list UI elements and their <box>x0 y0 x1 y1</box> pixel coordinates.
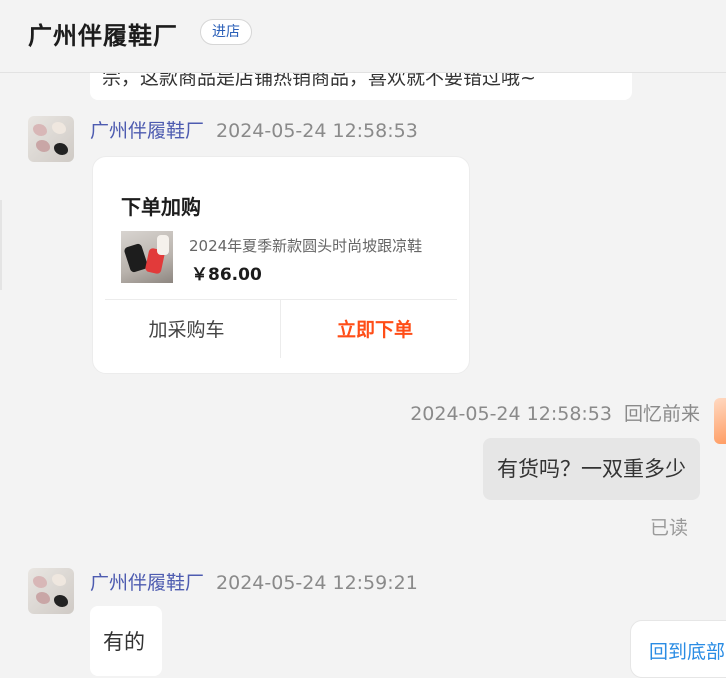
product-image[interactable] <box>121 231 173 283</box>
buy-now-button[interactable]: 立即下单 <box>281 300 469 360</box>
card-title: 下单加购 <box>121 195 201 219</box>
message-meta: 广州伴履鞋厂 2024-05-24 12:59:21 <box>90 568 418 595</box>
buyer-message-meta: 2024-05-24 12:58:53 回忆前来 <box>410 399 700 426</box>
sender-name: 回忆前来 <box>623 403 700 425</box>
sender-name[interactable]: 广州伴履鞋厂 <box>90 572 204 594</box>
back-to-bottom-button[interactable]: 回到底部 <box>630 620 726 678</box>
product-price: ￥86.00 <box>191 265 262 285</box>
message-time: 2024-05-24 12:58:53 <box>410 403 612 425</box>
seller-avatar[interactable] <box>28 568 74 614</box>
buyer-message-bubble: 有货吗？一双重多少 <box>483 438 700 500</box>
message-text: 有的 <box>103 630 145 654</box>
sender-name[interactable]: 广州伴履鞋厂 <box>90 120 204 142</box>
order-card: 下单加购 2024年夏季新款圆头时尚坡跟凉鞋 ￥86.00 加采购车 立即下单 <box>92 156 470 374</box>
seller-avatar[interactable] <box>28 116 74 162</box>
add-to-cart-button[interactable]: 加采购车 <box>93 300 280 360</box>
back-to-bottom-label: 回到底部 <box>649 641 726 663</box>
shop-name: 广州伴履鞋厂 <box>28 22 178 50</box>
product-name[interactable]: 2024年夏季新款圆头时尚坡跟凉鞋 <box>189 235 441 256</box>
chat-header: 广州伴履鞋厂 进店 <box>0 0 726 73</box>
message-meta: 广州伴履鞋厂 2024-05-24 12:58:53 <box>90 116 418 143</box>
enter-shop-button[interactable]: 进店 <box>200 19 252 45</box>
message-time: 2024-05-24 12:58:53 <box>216 120 418 142</box>
buyer-avatar[interactable] <box>714 398 726 444</box>
message-time: 2024-05-24 12:59:21 <box>216 572 418 594</box>
seller-message-bubble: 有的 <box>90 606 162 676</box>
read-status: 已读 <box>649 517 688 539</box>
scroll-edge <box>0 200 2 290</box>
